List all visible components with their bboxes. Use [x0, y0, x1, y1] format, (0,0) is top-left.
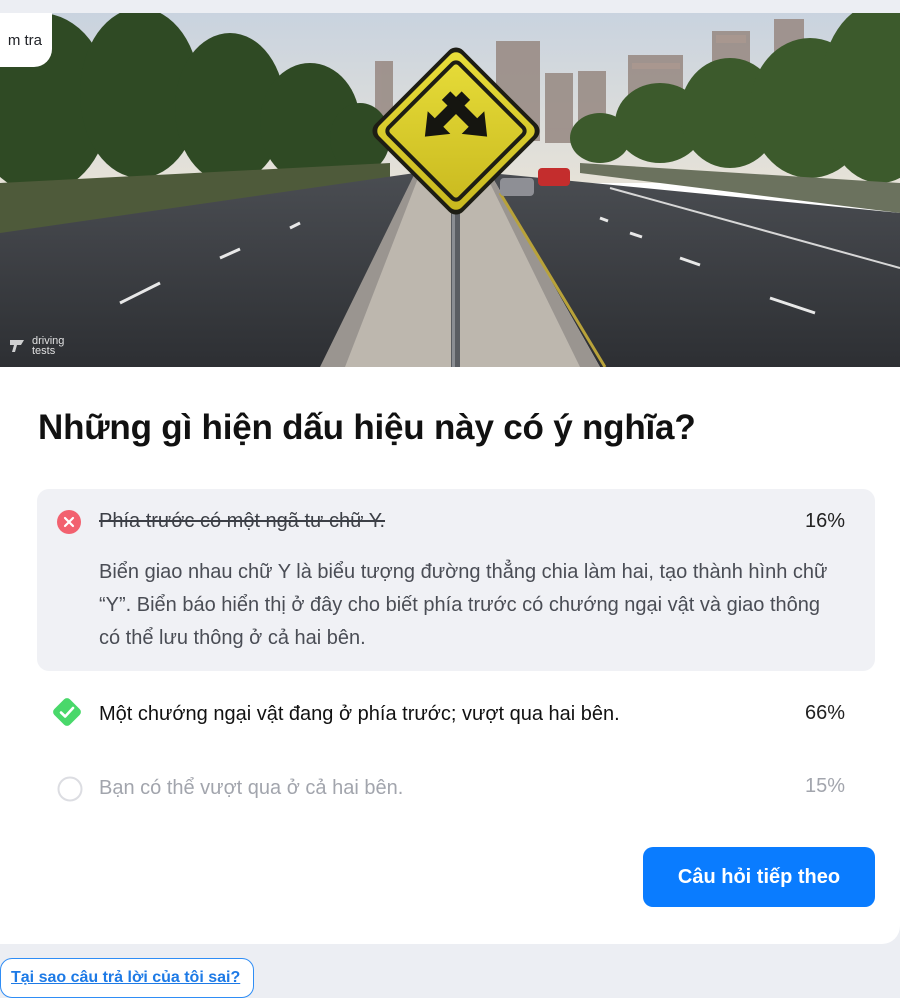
watermark-line2: tests — [32, 345, 56, 357]
question-card: m tra driving tests Những gì hiện dấu hi… — [0, 13, 900, 944]
empty-circle-icon — [57, 776, 83, 802]
road-sign-illustration — [0, 13, 900, 367]
answer-option-correct[interactable]: Một chướng ngại vật đang ở phía trước; v… — [37, 693, 875, 737]
question-title: Những gì hiện dấu hiệu này có ý nghĩa? — [38, 408, 696, 447]
next-question-button[interactable]: Câu hỏi tiếp theo — [643, 847, 875, 907]
answer-text: Bạn có thể vượt qua ở cả hai bên. — [99, 777, 404, 799]
correct-check-icon — [53, 698, 81, 726]
answer-percent: 16% — [804, 510, 845, 532]
answer-option-wrong[interactable]: Phía trước có một ngã tư chữ Y. 16% Biển… — [37, 489, 875, 671]
wrong-x-icon — [57, 510, 81, 534]
answer-option-neutral[interactable]: Bạn có thể vượt qua ở cả hai bên. 15% — [37, 773, 875, 813]
why-wrong-link[interactable]: Tại sao câu trả lời của tôi sai? — [0, 958, 254, 998]
answer-text: Phía trước có một ngã tư chữ Y. — [99, 510, 386, 532]
tag-label[interactable]: m tra — [0, 13, 52, 67]
drivingtests-logo-icon — [10, 340, 24, 352]
answer-text: Một chướng ngại vật đang ở phía trước; v… — [99, 703, 620, 725]
answer-percent: 15% — [804, 775, 845, 797]
drivingtests-watermark: driving tests — [8, 336, 64, 357]
question-image: m tra driving tests — [0, 13, 900, 367]
answer-percent: 66% — [804, 702, 845, 724]
answer-explanation: Biển giao nhau chữ Y là biểu tượng đường… — [99, 561, 828, 649]
